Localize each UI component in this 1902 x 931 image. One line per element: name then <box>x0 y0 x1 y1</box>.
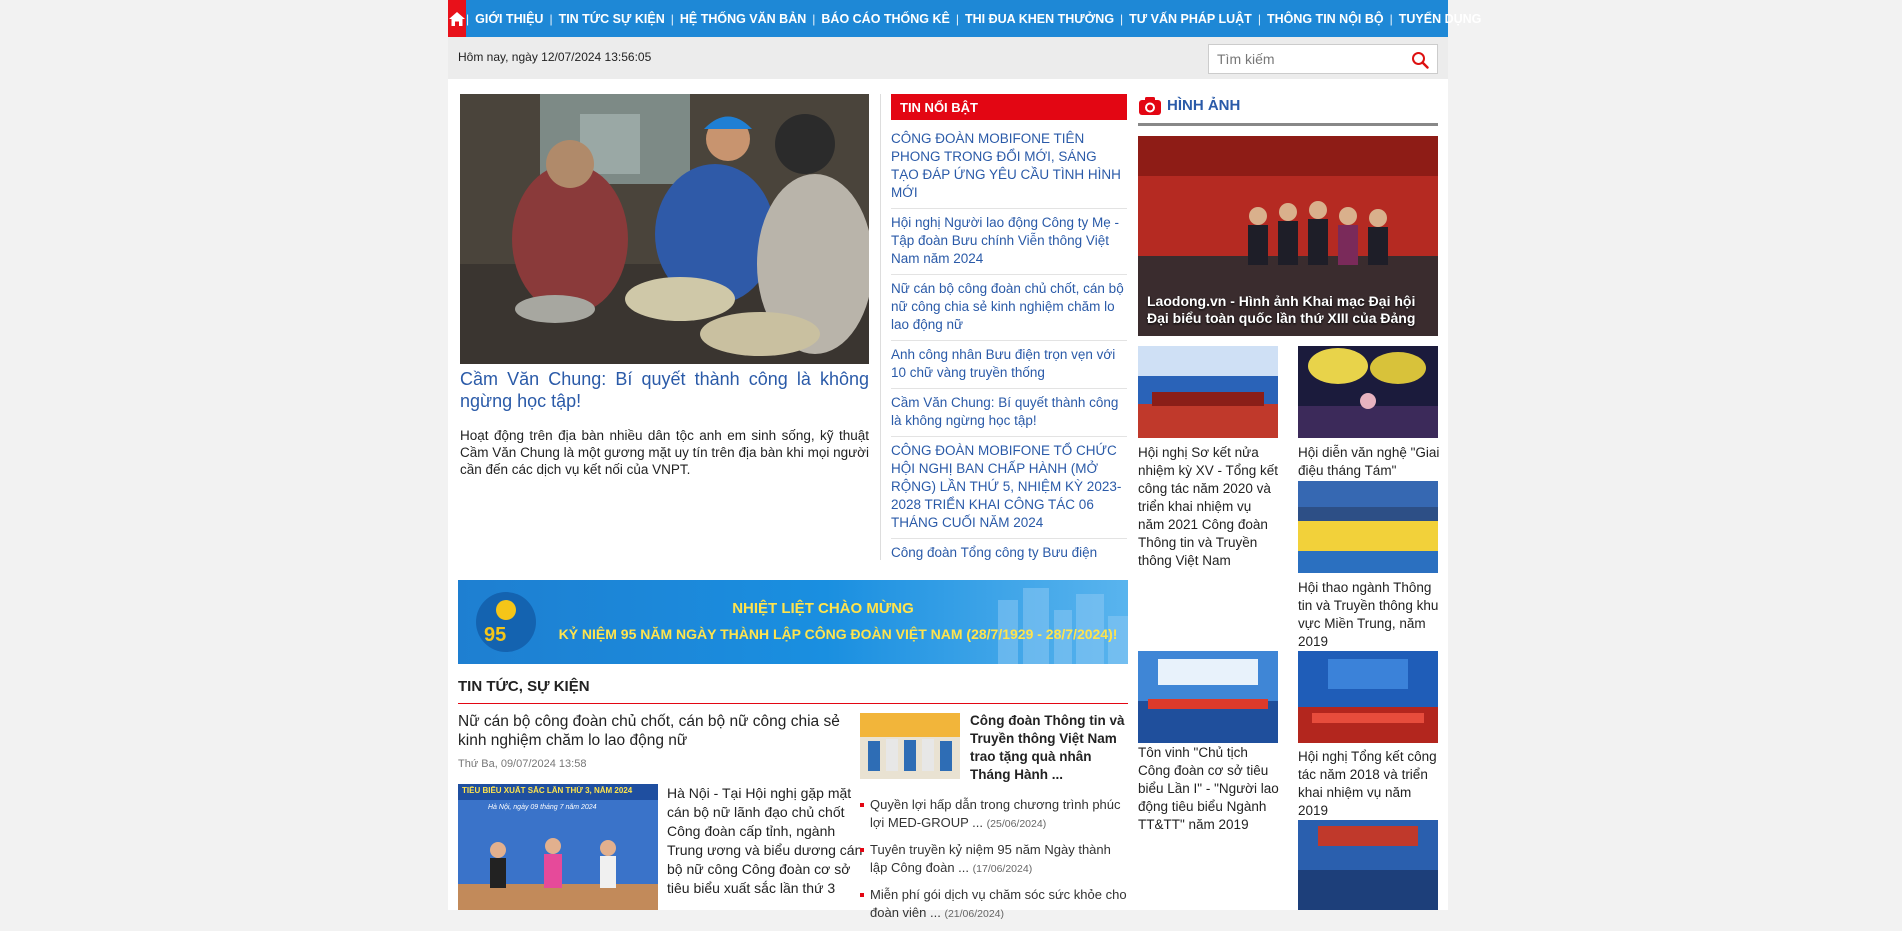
banner-line-1: NHIỆT LIỆT CHÀO MỪNG <box>732 600 914 617</box>
nav-item-he-thong-van-ban[interactable]: HỆ THỐNG VĂN BẢN <box>674 12 812 26</box>
main-nav: | GIỚI THIỆU | TIN TỨC SỰ KIỆN | HỆ THỐN… <box>448 0 1481 37</box>
search-box <box>1208 44 1438 74</box>
news-lead-photo <box>458 784 658 910</box>
photo-thumb-caption[interactable]: Hội thao ngành Thông tin và Truyền thông… <box>1298 579 1440 651</box>
nav-separator: | <box>1257 11 1261 26</box>
nav-item-tuyen-dung[interactable]: TUYỂN DỤNG <box>1393 12 1488 26</box>
feature-summary: Hoạt động trên địa bàn nhiều dân tộc anh… <box>460 428 869 477</box>
photo-thumb[interactable] <box>1138 651 1278 743</box>
news-side-photo <box>860 713 960 779</box>
nav-item-bao-cao-thong-ke[interactable]: BÁO CÁO THỐNG KÊ <box>815 12 955 26</box>
anniversary-banner[interactable]: 95 NHIỆT LIỆT CHÀO MỪNG KỶ NIỆM 95 NĂM N… <box>458 580 1128 664</box>
photo-thumb-image <box>1138 346 1278 438</box>
photo-thumb[interactable] <box>1298 481 1438 573</box>
news-section-heading: TIN TỨC, SỰ KIỆN <box>458 678 1128 704</box>
nav-item-gioi-thieu[interactable]: GIỚI THIỆU <box>469 12 549 26</box>
photo-thumb-image <box>1298 481 1438 573</box>
news-lead-date: Thứ Ba, 09/07/2024 13:58 <box>458 758 587 770</box>
page-container: | GIỚI THIỆU | TIN TỨC SỰ KIỆN | HỆ THỐN… <box>448 0 1481 920</box>
banner-line-2: KỶ NIỆM 95 NĂM NGÀY THÀNH LẬP CÔNG ĐOÀN … <box>558 626 1118 642</box>
hot-news-item[interactable]: Hội nghị Người lao động Công ty Mẹ - Tập… <box>891 214 1127 275</box>
nav-separator: | <box>549 11 553 26</box>
banner-graphic <box>476 588 1128 664</box>
photo-thumb-image <box>1298 651 1438 743</box>
hot-news-item[interactable]: Anh công nhân Bưu điện trọn vẹn với 10 c… <box>891 346 1127 389</box>
photo-thumb[interactable] <box>1138 346 1278 438</box>
news-side-item[interactable]: Miễn phí gói dịch vụ chăm sóc sức khỏe c… <box>860 886 1130 923</box>
search-icon[interactable] <box>1411 51 1429 69</box>
news-lead-image-subtitle: Hà Nội, ngày 09 tháng 7 năm 2024 <box>488 804 597 811</box>
feature-image[interactable] <box>460 94 869 364</box>
news-side-item-date: (17/06/2024) <box>972 863 1033 875</box>
news-side-image[interactable] <box>860 713 960 779</box>
photo-main-caption[interactable]: Laodong.vn - Hình ảnh Khai mạc Đại hội Đ… <box>1147 293 1432 327</box>
photo-thumb-caption[interactable]: Hội nghị Tổng kết công tác năm 2018 và t… <box>1298 748 1440 820</box>
nav-separator: | <box>955 11 959 26</box>
photo-thumb-caption[interactable]: Tôn vinh "Chủ tịch Công đoàn cơ sở tiêu … <box>1138 744 1280 834</box>
photo-thumb-image <box>1298 346 1438 438</box>
news-lead-title[interactable]: Nữ cán bộ công đoàn chủ chốt, cán bộ nữ … <box>458 712 848 750</box>
hot-news-heading: TIN NỔI BẬT <box>891 94 1127 120</box>
photos-title: HÌNH ẢNH <box>1167 97 1241 114</box>
home-button[interactable] <box>448 0 466 37</box>
nav-item-tu-van-phap-luat[interactable]: TƯ VẤN PHÁP LUẬT <box>1123 12 1258 26</box>
hot-news-item[interactable]: CÔNG ĐOÀN MOBIFONE TỔ CHỨC HỘI NGHỊ BAN … <box>891 442 1127 539</box>
column-divider <box>880 94 881 560</box>
photo-thumb-caption[interactable]: Hội diễn văn nghệ "Giai điệu tháng Tám" <box>1298 444 1440 480</box>
photo-thumb[interactable] <box>1298 820 1438 910</box>
hot-news-list: CÔNG ĐOÀN MOBIFONE TIÊN PHONG TRONG ĐỔI … <box>891 130 1127 560</box>
camera-icon <box>1139 97 1161 115</box>
photo-main[interactable]: Laodong.vn - Hình ảnh Khai mạc Đại hội Đ… <box>1138 136 1438 336</box>
feature-title[interactable]: Cầm Văn Chung: Bí quyết thành công là kh… <box>460 368 869 412</box>
nav-separator: | <box>670 11 674 26</box>
news-side-item-date: (25/06/2024) <box>986 818 1047 830</box>
news-side-item[interactable]: Quyền lợi hấp dẫn trong chương trình phú… <box>860 796 1130 833</box>
feature-photo <box>460 94 869 364</box>
nav-separator: | <box>1120 11 1124 26</box>
news-lead-summary: Hà Nội - Tại Hội nghị gặp mặt cán bộ nữ … <box>667 785 863 896</box>
nav-separator: | <box>1389 11 1393 26</box>
photo-thumb-caption[interactable]: Hội nghị Sơ kết nửa nhiệm kỳ XV - Tổng k… <box>1138 444 1280 570</box>
nav-separator: | <box>812 11 816 26</box>
news-section-title[interactable]: TIN TỨC, SỰ KIỆN <box>458 678 590 695</box>
nav-item-thong-tin-noi-bo[interactable]: THÔNG TIN NỘI BỘ <box>1261 12 1390 26</box>
news-side-list: Quyền lợi hấp dẫn trong chương trình phú… <box>860 796 1130 931</box>
date-bar: Hôm nay, ngày 12/07/2024 13:56:05 <box>448 37 1448 79</box>
search-input[interactable] <box>1217 51 1407 67</box>
photo-thumb-image <box>1138 651 1278 743</box>
hot-news-item[interactable]: Công đoàn Tổng công ty Bưu điện <box>891 544 1127 560</box>
news-side-title[interactable]: Công đoàn Thông tin và Truyền thông Việt… <box>970 712 1130 784</box>
photo-thumb[interactable] <box>1298 651 1438 743</box>
hot-news-item[interactable]: Nữ cán bộ công đoàn chủ chốt, cán bộ nữ … <box>891 280 1127 341</box>
photos-heading: HÌNH ẢNH <box>1138 94 1438 126</box>
nav-item-thi-dua-khen-thuong[interactable]: THI ĐUA KHEN THƯỞNG <box>959 12 1120 26</box>
photo-thumb-image <box>1298 820 1438 910</box>
hot-news-item[interactable]: CÔNG ĐOÀN MOBIFONE TIÊN PHONG TRONG ĐỔI … <box>891 130 1127 209</box>
hot-news-item[interactable]: Cầm Văn Chung: Bí quyết thành công là kh… <box>891 394 1127 437</box>
nav-item-tin-tuc-su-kien[interactable]: TIN TỨC SỰ KIỆN <box>553 12 671 26</box>
news-lead-image[interactable]: TIÊU BIỂU XUẤT SẮC LẦN THỨ 3, NĂM 2024 H… <box>458 784 658 910</box>
nav-separator: | <box>466 11 470 26</box>
photo-thumb[interactable] <box>1298 346 1438 438</box>
home-icon <box>449 11 465 26</box>
news-side-item[interactable]: Tuyên truyền kỷ niệm 95 năm Ngày thành l… <box>860 841 1130 878</box>
current-date: Hôm nay, ngày 12/07/2024 13:56:05 <box>458 50 652 64</box>
news-lead-image-banner: TIÊU BIỂU XUẤT SẮC LẦN THỨ 3, NĂM 2024 <box>462 786 633 795</box>
